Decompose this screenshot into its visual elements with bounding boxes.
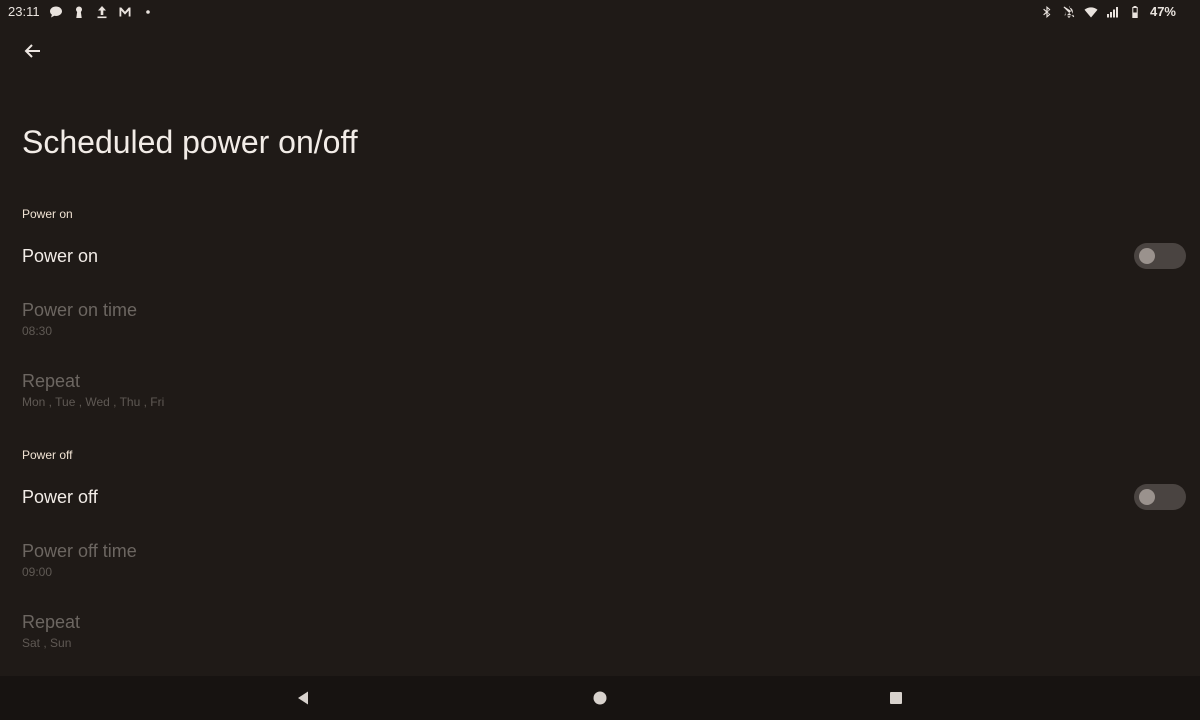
- nav-home-button[interactable]: [590, 688, 610, 708]
- signal-icon: [1106, 5, 1120, 19]
- keyhole-icon: [72, 5, 86, 19]
- bluetooth-icon: [1040, 5, 1054, 19]
- upload-icon: [95, 5, 109, 19]
- power-on-time-value: 08:30: [22, 324, 53, 338]
- gmail-icon: [118, 5, 132, 19]
- toggle-thumb: [1139, 489, 1155, 505]
- power-on-time-label[interactable]: Power on time: [22, 300, 137, 321]
- battery-icon: [1128, 5, 1142, 19]
- page-title: Scheduled power on/off: [22, 124, 358, 160]
- power-off-repeat-value: Sat , Sun: [22, 636, 72, 650]
- battery-percent: 47%: [1149, 4, 1176, 19]
- power-on-repeat-label[interactable]: Repeat: [22, 371, 80, 392]
- nav-back-button[interactable]: [293, 688, 313, 708]
- nav-recents-button[interactable]: [886, 688, 906, 708]
- power-on-repeat-value: Mon , Tue , Wed , Thu , Fri: [22, 395, 165, 409]
- back-button[interactable]: [18, 36, 48, 66]
- arrow-back-icon: [24, 44, 40, 58]
- toggle-thumb: [1139, 248, 1155, 264]
- recents-square-icon: [890, 692, 902, 704]
- chat-bubble-icon: [49, 5, 63, 19]
- section-header-power-off: Power off: [22, 448, 73, 462]
- navigation-bar: [0, 676, 1200, 720]
- notifications-off-icon: [1062, 5, 1076, 19]
- status-bar: 23:11 47%: [0, 0, 1200, 24]
- power-on-toggle-label[interactable]: Power on: [22, 246, 98, 267]
- clock: 23:11: [8, 4, 40, 19]
- power-off-repeat-label[interactable]: Repeat: [22, 612, 80, 633]
- section-header-power-on: Power on: [22, 207, 73, 221]
- dot-icon: [141, 5, 155, 19]
- wifi-icon: [1084, 5, 1098, 19]
- power-off-toggle-label[interactable]: Power off: [22, 487, 98, 508]
- power-off-toggle[interactable]: [1134, 484, 1186, 510]
- power-off-time-label[interactable]: Power off time: [22, 541, 137, 562]
- back-triangle-icon: [298, 691, 308, 705]
- home-circle-icon: [593, 691, 607, 705]
- power-off-time-value: 09:00: [22, 565, 53, 579]
- power-on-toggle[interactable]: [1134, 243, 1186, 269]
